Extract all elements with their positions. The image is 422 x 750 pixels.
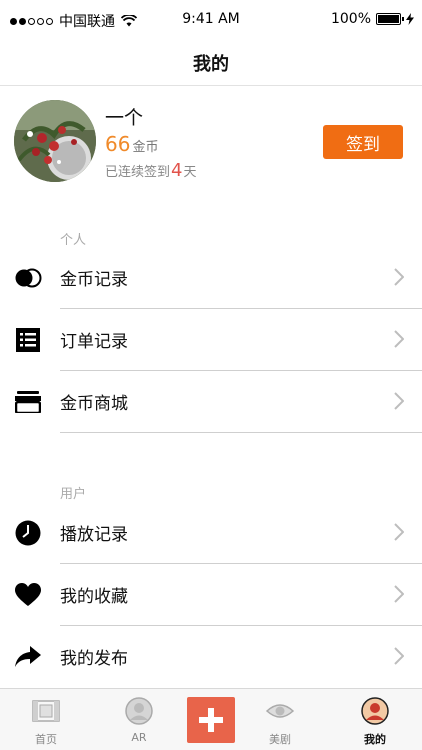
menu-item-order-records[interactable]: 订单记录 xyxy=(0,309,422,371)
chevron-right-icon xyxy=(394,392,404,410)
menu-item-coin-records[interactable]: 金币记录 xyxy=(0,247,422,309)
coin-unit: 金币 xyxy=(132,140,159,155)
streak-suffix: 天 xyxy=(183,165,197,180)
checkin-button[interactable]: 签到 xyxy=(323,125,403,159)
username: 一个 xyxy=(105,107,144,129)
profile-icon xyxy=(361,697,389,725)
tab-bar: 首页 AR 美剧 我的 xyxy=(0,688,422,750)
battery-icon xyxy=(376,13,404,25)
status-bar: 中国联通 9:41 AM 100% xyxy=(0,0,422,40)
section-header-user: 用户 xyxy=(60,487,87,502)
tab-label: 首页 xyxy=(35,733,57,746)
menu-item-play-history[interactable]: 播放记录 xyxy=(0,502,422,564)
clock-icon xyxy=(14,520,42,546)
status-right: 100% xyxy=(331,11,414,27)
menu-label: 播放记录 xyxy=(60,525,128,545)
tab-mine[interactable]: 我的 xyxy=(333,689,417,750)
profile-header[interactable]: 一个 66 金币 已连续签到 4 天 签到 xyxy=(0,86,422,201)
section-header-personal: 个人 xyxy=(60,233,87,248)
avatar[interactable] xyxy=(14,100,96,182)
coin-count: 66 xyxy=(105,132,131,156)
menu-item-my-posts[interactable]: 我的发布 xyxy=(0,626,422,688)
chevron-right-icon xyxy=(394,585,404,603)
tab-home[interactable]: 首页 xyxy=(4,689,88,750)
menu-label: 金币商城 xyxy=(60,394,128,414)
add-post-button[interactable] xyxy=(187,697,235,743)
menu-label: 金币记录 xyxy=(60,270,128,290)
streak-prefix: 已连续签到 xyxy=(105,165,171,180)
menu-item-favorites[interactable]: 我的收藏 xyxy=(0,564,422,626)
streak-days: 4 xyxy=(171,160,183,181)
chevron-right-icon xyxy=(394,268,404,286)
charging-bolt-icon xyxy=(406,13,414,25)
avatar-photo xyxy=(14,100,96,182)
tab-label: AR xyxy=(131,731,147,744)
store-icon xyxy=(14,389,42,415)
chevron-right-icon xyxy=(394,647,404,665)
menu-item-coin-store[interactable]: 金币商城 xyxy=(0,371,422,433)
chevron-right-icon xyxy=(394,330,404,348)
menu-label: 我的收藏 xyxy=(60,587,128,607)
menu-label: 订单记录 xyxy=(60,332,128,352)
share-arrow-icon xyxy=(14,644,42,670)
navigation-bar: 我的 xyxy=(0,40,422,86)
ar-icon xyxy=(125,697,153,725)
film-icon xyxy=(32,700,60,722)
list-icon xyxy=(14,327,42,353)
page-title: 我的 xyxy=(193,53,229,75)
plus-icon xyxy=(199,708,223,732)
checkin-streak: 已连续签到 4 天 xyxy=(105,160,196,181)
tab-label: 美剧 xyxy=(269,733,291,746)
coins-icon xyxy=(14,265,42,291)
heart-icon xyxy=(14,582,42,608)
divider xyxy=(60,432,422,433)
tab-ar[interactable]: AR xyxy=(97,689,181,750)
coin-balance: 66 金币 xyxy=(105,132,158,156)
chevron-right-icon xyxy=(394,523,404,541)
tab-us-drama[interactable]: 美剧 xyxy=(238,689,322,750)
eye-icon xyxy=(266,704,294,718)
battery-percent: 100% xyxy=(330,11,371,27)
tab-label: 我的 xyxy=(364,733,386,746)
menu-label: 我的发布 xyxy=(60,649,128,669)
